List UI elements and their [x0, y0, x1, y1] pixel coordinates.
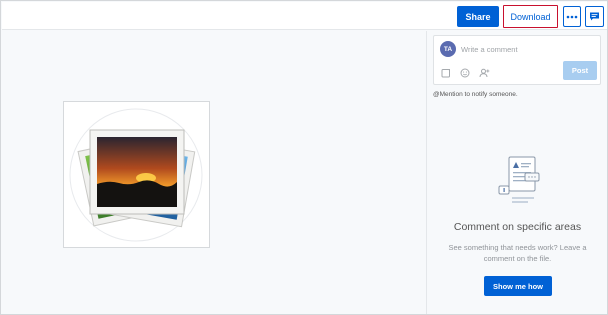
image-thumbnail[interactable]	[63, 101, 210, 248]
show-me-how-button[interactable]: Show me how	[484, 276, 552, 296]
top-toolbar: Share Download	[2, 2, 607, 30]
file-preview-area	[2, 31, 425, 314]
image-stack-icon	[69, 108, 203, 242]
empty-state-description: See something that needs work? Leave a c…	[448, 243, 587, 263]
empty-state-title: Comment on specific areas	[453, 221, 582, 233]
comment-input[interactable]	[461, 43, 597, 55]
avatar: TA	[440, 41, 456, 57]
checkbox-button[interactable]	[440, 67, 451, 78]
add-person-button[interactable]	[479, 67, 490, 78]
emoji-button[interactable]	[459, 67, 470, 78]
post-button[interactable]: Post	[563, 61, 597, 80]
download-button[interactable]: Download	[503, 5, 558, 28]
ellipsis-icon	[566, 15, 578, 18]
share-button[interactable]: Share	[457, 6, 499, 27]
comment-areas-illustration	[498, 156, 540, 203]
comment-composer: TA Write a comment Post	[433, 35, 601, 85]
add-person-icon	[479, 68, 490, 77]
mention-hint: @Mention to notify someone.	[433, 91, 518, 98]
toggle-sidebar-button[interactable]	[585, 6, 604, 27]
emoji-icon	[460, 68, 469, 77]
comment-bubble-icon	[590, 12, 599, 21]
app-window: Share Download TA Write a comment Post @…	[0, 0, 608, 315]
comments-sidebar: TA Write a comment Post @Mention to noti…	[426, 31, 607, 314]
more-options-button[interactable]	[563, 6, 581, 27]
checkbox-icon	[441, 68, 450, 77]
